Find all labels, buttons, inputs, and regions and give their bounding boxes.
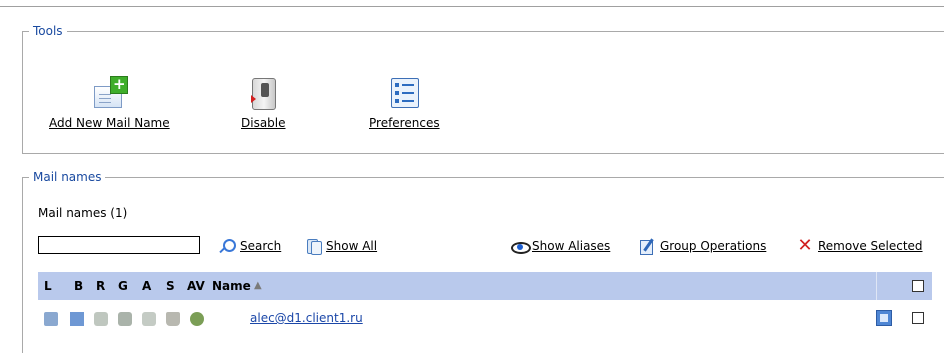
add-mail-icon: + xyxy=(92,76,129,110)
column-b[interactable]: B xyxy=(74,279,83,293)
close-icon: ✕ xyxy=(797,235,813,256)
preferences-label: Preferences xyxy=(369,116,440,130)
select-all-checkbox[interactable] xyxy=(912,280,924,292)
search-input[interactable] xyxy=(38,236,200,254)
add-mail-name-button[interactable]: + Add New Mail Name xyxy=(49,76,170,130)
show-aliases-button[interactable]: Show Aliases xyxy=(510,238,610,254)
show-all-button[interactable]: Show All xyxy=(304,238,378,255)
top-divider xyxy=(0,6,944,7)
show-all-label: Show All xyxy=(326,239,378,253)
column-r[interactable]: R xyxy=(96,279,105,293)
spam-icon[interactable] xyxy=(166,312,180,326)
mailbox-icon[interactable] xyxy=(44,312,58,326)
preferences-icon xyxy=(387,76,421,110)
show-aliases-label: Show Aliases xyxy=(532,239,611,253)
search-label: Search xyxy=(240,239,282,253)
sort-ascending-icon: ▲ xyxy=(254,280,262,291)
show-all-icon xyxy=(304,238,322,255)
tools-legend: Tools xyxy=(33,24,63,38)
eye-icon xyxy=(510,238,531,254)
tools-group: Tools + Add New Mail Name Disable Prefer… xyxy=(22,24,944,154)
column-name[interactable]: Name xyxy=(212,279,251,293)
column-a[interactable]: A xyxy=(142,279,151,293)
edit-icon[interactable] xyxy=(876,310,892,326)
column-g[interactable]: G xyxy=(118,279,128,293)
group-icon[interactable] xyxy=(118,312,132,326)
disable-button[interactable]: Disable xyxy=(241,76,286,130)
mail-names-legend: Mail names xyxy=(33,170,102,184)
column-s[interactable]: S xyxy=(166,279,175,293)
table-header: L B R G A S AV Name ▲ xyxy=(38,272,932,300)
autoresponder-icon[interactable] xyxy=(142,312,156,326)
group-operations-button[interactable]: Group Operations xyxy=(638,238,767,255)
disable-label: Disable xyxy=(241,116,286,130)
add-mail-name-label: Add New Mail Name xyxy=(49,116,170,130)
column-av[interactable]: AV xyxy=(187,279,205,293)
remove-selected-label: Remove Selected xyxy=(818,239,923,253)
group-operations-label: Group Operations xyxy=(660,239,767,253)
remove-selected-button[interactable]: ✕ Remove Selected xyxy=(796,235,923,256)
mail-icon[interactable] xyxy=(70,312,84,326)
mail-names-count: Mail names (1) xyxy=(38,206,128,220)
antivirus-icon[interactable] xyxy=(190,312,204,326)
mail-name-link[interactable]: alec@d1.client1.ru xyxy=(250,311,363,325)
column-l[interactable]: L xyxy=(44,279,52,293)
row-checkbox[interactable] xyxy=(912,312,924,324)
search-button[interactable]: Search xyxy=(218,238,281,254)
switch-icon xyxy=(246,76,280,110)
group-operations-icon xyxy=(638,238,656,255)
preferences-button[interactable]: Preferences xyxy=(369,76,440,130)
search-icon xyxy=(218,238,236,254)
table-row: alec@d1.client1.ru xyxy=(38,300,932,336)
redirect-icon[interactable] xyxy=(94,312,108,326)
